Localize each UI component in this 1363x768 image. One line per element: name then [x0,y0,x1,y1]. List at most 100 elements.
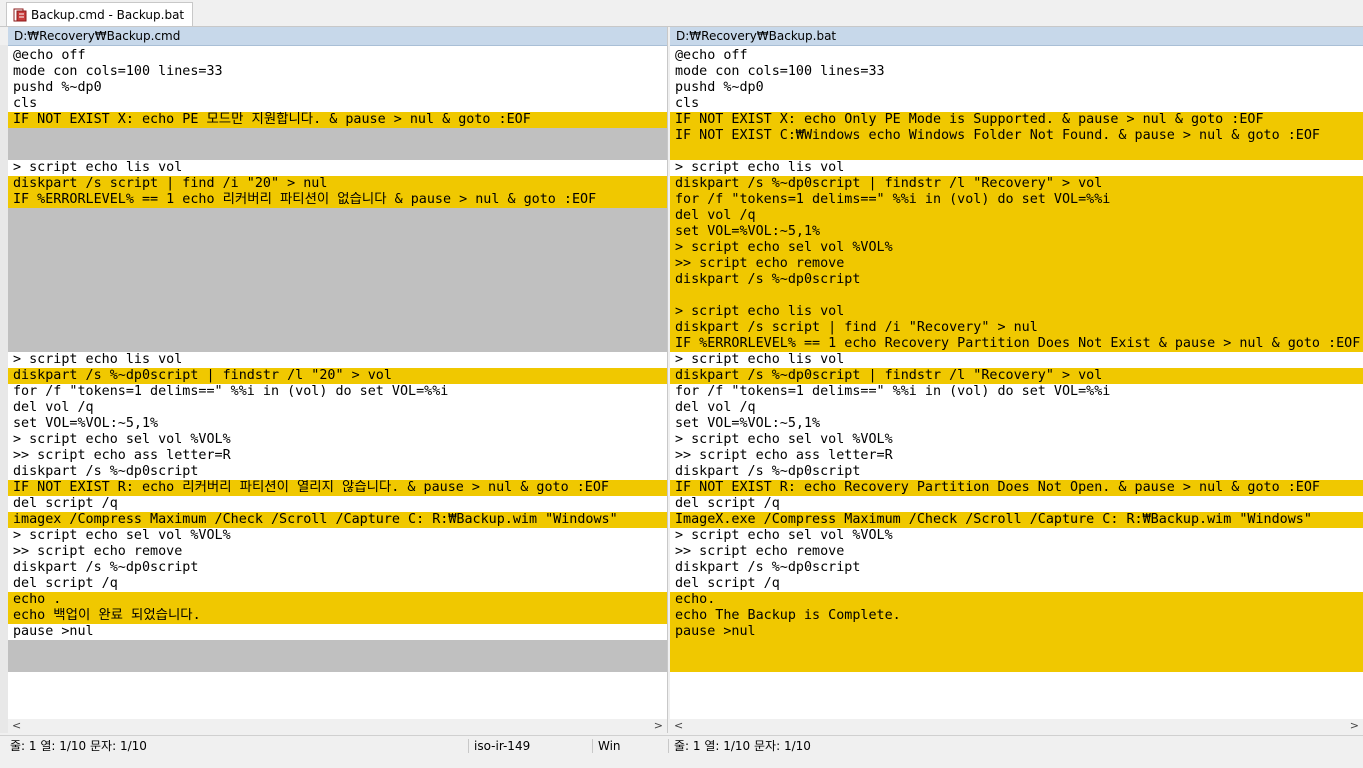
code-line[interactable]: IF NOT EXIST R: echo Recovery Partition … [670,480,1363,496]
tab-bar: Backup.cmd - Backup.bat [0,0,1363,27]
code-line[interactable]: set VOL=%VOL:~5,1% [8,416,667,432]
code-line[interactable]: diskpart /s %~dp0script [670,464,1363,480]
left-code-view[interactable]: @echo off mode con cols=100 lines=33 pushd… [8,48,667,672]
diff-gap-line[interactable] [670,640,1363,656]
code-line[interactable]: ImageX.exe /Compress Maximum /Check /Scr… [670,512,1363,528]
diff-gap-line[interactable] [670,656,1363,672]
left-cursor-position: 줄: 1 열: 1/10 문자: 1/10 [10,739,147,753]
code-line[interactable]: > script echo lis vol [8,352,667,368]
code-line[interactable]: > script echo sel vol %VOL% [670,432,1363,448]
diff-gap-line[interactable] [8,288,667,304]
code-line[interactable]: diskpart /s script | find /i "20" > nul [8,176,667,192]
scroll-right-icon[interactable]: > [1350,719,1359,732]
right-pane: D:₩Recovery₩Backup.bat @echo off mode con… [670,27,1363,733]
diff-gap-line[interactable] [8,224,667,240]
diff-gap-line[interactable] [8,208,667,224]
code-line[interactable]: del script /q [670,576,1363,592]
code-line[interactable]: diskpart /s %~dp0script | findstr /l "Re… [670,176,1363,192]
left-overview-bar[interactable] [0,45,8,733]
scroll-right-icon[interactable]: > [654,719,663,732]
code-line[interactable]: for /f "tokens=1 delims==" %%i in (vol) … [670,384,1363,400]
code-line[interactable]: IF NOT EXIST X: echo PE 모드만 지원합니다. & pau… [8,112,667,128]
diff-gap-line[interactable] [670,144,1363,160]
left-file-path: D:₩Recovery₩Backup.cmd [8,27,667,46]
code-line[interactable]: pause >nul [670,624,1363,640]
code-line[interactable]: > script echo sel vol %VOL% [670,528,1363,544]
code-line[interactable]: del vol /q [670,208,1363,224]
code-line[interactable]: del script /q [8,576,667,592]
code-line[interactable]: cls [8,96,667,112]
code-line[interactable]: diskpart /s %~dp0script | findstr /l "20… [8,368,667,384]
diff-gap-line[interactable] [8,272,667,288]
code-line[interactable]: for /f "tokens=1 delims==" %%i in (vol) … [8,384,667,400]
code-line[interactable]: echo . [8,592,667,608]
code-line[interactable]: diskpart /s script | find /i "Recovery" … [670,320,1363,336]
code-line[interactable]: del script /q [8,496,667,512]
code-line[interactable]: mode con cols=100 lines=33 [670,64,1363,80]
code-line[interactable]: diskpart /s %~dp0script [8,464,667,480]
code-line[interactable]: IF %ERRORLEVEL% == 1 echo 리커버리 파티션이 없습니다… [8,192,667,208]
code-line[interactable]: set VOL=%VOL:~5,1% [670,416,1363,432]
code-line[interactable]: diskpart /s %~dp0script [670,560,1363,576]
scroll-left-icon[interactable]: < [674,719,683,732]
diff-gap-line[interactable] [8,240,667,256]
file-compare-icon [13,8,27,22]
code-line[interactable]: pushd %~dp0 [670,80,1363,96]
code-line[interactable]: > script echo lis vol [8,160,667,176]
code-line[interactable]: @echo off [670,48,1363,64]
code-line[interactable]: >> script echo remove [8,544,667,560]
code-line[interactable]: IF NOT EXIST R: echo 리커버리 파티션이 열리지 않습니다.… [8,480,667,496]
code-line[interactable]: IF NOT EXIST C:₩Windows echo Windows Fol… [670,128,1363,144]
diff-gap-line[interactable] [670,288,1363,304]
code-line[interactable]: pause >nul [8,624,667,640]
code-line[interactable]: diskpart /s %~dp0script [670,272,1363,288]
code-line[interactable]: del script /q [670,496,1363,512]
code-line[interactable]: echo 백업이 완료 되었습니다. [8,608,667,624]
code-line[interactable]: >> script echo ass letter=R [670,448,1363,464]
diff-gap-line[interactable] [8,640,667,656]
code-line[interactable]: > script echo sel vol %VOL% [8,528,667,544]
code-line[interactable]: diskpart /s %~dp0script [8,560,667,576]
code-line[interactable]: > script echo lis vol [670,352,1363,368]
code-line[interactable]: cls [670,96,1363,112]
right-horizontal-scrollbar[interactable]: < > [670,719,1363,733]
right-code-view[interactable]: @echo off mode con cols=100 lines=33 pushd… [670,48,1363,672]
code-line[interactable]: echo The Backup is Complete. [670,608,1363,624]
code-line[interactable]: > script echo sel vol %VOL% [670,240,1363,256]
code-line[interactable]: pushd %~dp0 [8,80,667,96]
code-line[interactable]: > script echo lis vol [670,304,1363,320]
code-line[interactable]: del vol /q [670,400,1363,416]
diff-gap-line[interactable] [8,144,667,160]
scroll-left-icon[interactable]: < [12,719,21,732]
code-line[interactable]: >> script echo remove [670,256,1363,272]
code-line[interactable]: IF NOT EXIST X: echo Only PE Mode is Sup… [670,112,1363,128]
left-pane: D:₩Recovery₩Backup.cmd @echo off mode con… [8,27,668,733]
tab-title: Backup.cmd - Backup.bat [31,7,185,22]
diff-gap-line[interactable] [8,320,667,336]
code-line[interactable]: > script echo sel vol %VOL% [8,432,667,448]
code-line[interactable]: del vol /q [8,400,667,416]
code-line[interactable]: echo. [670,592,1363,608]
code-line[interactable]: >> script echo remove [670,544,1363,560]
diff-gap-line[interactable] [8,336,667,352]
encoding-indicator[interactable]: iso-ir-149 [474,736,530,756]
diff-gap-line[interactable] [8,304,667,320]
code-line[interactable]: mode con cols=100 lines=33 [8,64,667,80]
right-file-path: D:₩Recovery₩Backup.bat [670,27,1363,46]
diff-gap-line[interactable] [8,128,667,144]
tab-backup-compare[interactable]: Backup.cmd - Backup.bat [6,2,194,26]
code-line[interactable]: IF %ERRORLEVEL% == 1 echo Recovery Parti… [670,336,1363,352]
code-line[interactable]: set VOL=%VOL:~5,1% [670,224,1363,240]
code-line[interactable]: > script echo lis vol [670,160,1363,176]
code-line[interactable]: for /f "tokens=1 delims==" %%i in (vol) … [670,192,1363,208]
code-line[interactable]: imagex /Compress Maximum /Check /Scroll … [8,512,667,528]
diff-gap-line[interactable] [8,256,667,272]
status-divider [668,739,669,753]
line-ending-indicator[interactable]: Win [598,736,621,756]
diff-gap-line[interactable] [8,656,667,672]
left-horizontal-scrollbar[interactable]: < > [8,719,667,733]
status-divider [468,739,469,753]
code-line[interactable]: @echo off [8,48,667,64]
code-line[interactable]: >> script echo ass letter=R [8,448,667,464]
code-line[interactable]: diskpart /s %~dp0script | findstr /l "Re… [670,368,1363,384]
